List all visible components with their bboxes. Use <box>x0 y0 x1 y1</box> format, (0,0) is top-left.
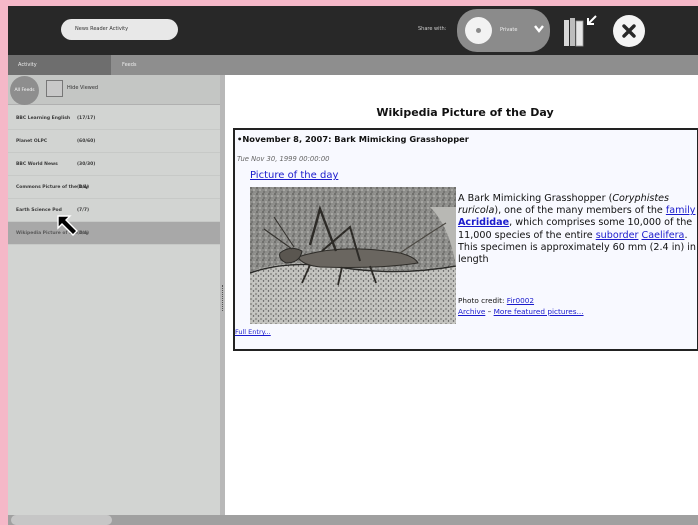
feed-count: (30/30) <box>77 162 96 167</box>
private-icon <box>465 17 492 44</box>
desc-text-1: A Bark Mimicking Grasshopper ( <box>458 193 613 204</box>
keep-icon[interactable] <box>561 13 601 49</box>
filter-bar: All Feeds Hide Viewed <box>8 75 220 105</box>
share-value: Private <box>500 27 518 33</box>
article-title-text: November 8, 2007: Bark Mimicking Grassho… <box>242 134 469 144</box>
page-title: Wikipedia Picture of the Day <box>376 106 554 119</box>
picture-description: A Bark Mimicking Grasshopper (Coryphiste… <box>458 193 698 266</box>
hide-viewed-label: Hide Viewed <box>67 85 99 91</box>
article-box: •November 8, 2007: Bark Mimicking Grassh… <box>233 128 698 351</box>
more-featured-link[interactable]: More featured pictures... <box>494 307 584 316</box>
article-view: Wikipedia Picture of the Day •November 8… <box>225 75 698 515</box>
share-combo[interactable]: Private <box>457 9 550 52</box>
credit-label: Photo credit: <box>458 296 507 305</box>
article-title: •November 8, 2007: Bark Mimicking Grassh… <box>237 134 469 144</box>
feed-row-bbc-learning-english[interactable]: BBC Learning English (17/17) <box>8 107 220 130</box>
feed-list: BBC Learning English (17/17) Planet OLPC… <box>8 107 220 245</box>
suborder-link[interactable]: suborder <box>596 230 639 241</box>
link-separator: – <box>485 307 494 316</box>
acrididae-link[interactable]: Acrididae <box>458 217 509 228</box>
divider-grip-icon <box>222 285 223 311</box>
full-entry-link[interactable]: Full Entry... <box>235 328 271 336</box>
tab-bar: Activity Feeds <box>8 55 698 75</box>
hide-viewed-checkbox[interactable] <box>46 80 63 97</box>
feed-name: BBC Learning English <box>16 116 71 121</box>
close-icon <box>622 24 636 38</box>
feed-row-bbc-world-news[interactable]: BBC World News (30/30) <box>8 153 220 176</box>
archive-link[interactable]: Archive <box>458 307 485 316</box>
caelifera-link[interactable]: Caelifera <box>642 230 685 241</box>
feed-row-commons-picture[interactable]: Commons Picture of the Day (1/1) <box>8 176 220 199</box>
feeds-pane: All Feeds Hide Viewed BBC Learning Engli… <box>8 75 220 515</box>
article-date: Tue Nov 30, 1999 00:00:00 <box>237 155 330 163</box>
feed-row-wikipedia-potd[interactable]: Wikipedia Picture of the Day (4/4) <box>8 222 220 245</box>
stop-button[interactable] <box>613 15 645 47</box>
grasshopper-image <box>250 187 456 324</box>
tab-feeds[interactable]: Feeds <box>112 55 226 75</box>
picture-of-the-day-link[interactable]: Picture of the day <box>250 170 338 181</box>
tab-activity[interactable]: Activity <box>8 55 111 75</box>
feed-name: Planet OLPC <box>16 139 48 144</box>
feed-row-earth-science-pod[interactable]: Earth Science Pod (7/7) <box>8 199 220 222</box>
activity-toolbar: News Reader Activity Share with: Private <box>8 6 698 55</box>
feed-count: (1/1) <box>77 185 90 190</box>
credit-author-link[interactable]: Fir0002 <box>507 296 534 305</box>
family-link[interactable]: family <box>666 205 696 216</box>
chevron-down-icon <box>534 25 544 33</box>
feed-count: (60/60) <box>77 139 96 144</box>
photo-credit: Photo credit: Fir0002 Archive – More fea… <box>458 295 584 317</box>
desc-text-2: ), one of the many members of the <box>494 205 666 217</box>
activity-window: News Reader Activity Share with: Private… <box>8 6 698 525</box>
feed-row-planet-olpc[interactable]: Planet OLPC (60/60) <box>8 130 220 153</box>
feed-name: BBC World News <box>16 162 58 167</box>
all-feeds-button[interactable]: All Feeds <box>10 76 39 105</box>
mouse-cursor-icon <box>57 215 78 236</box>
share-label: Share with: <box>418 26 447 32</box>
grasshopper-photo[interactable] <box>250 187 456 324</box>
activity-title-input[interactable]: News Reader Activity <box>61 19 178 40</box>
feed-count: (17/17) <box>77 116 96 121</box>
scrollbar-thumb[interactable] <box>11 515 112 525</box>
